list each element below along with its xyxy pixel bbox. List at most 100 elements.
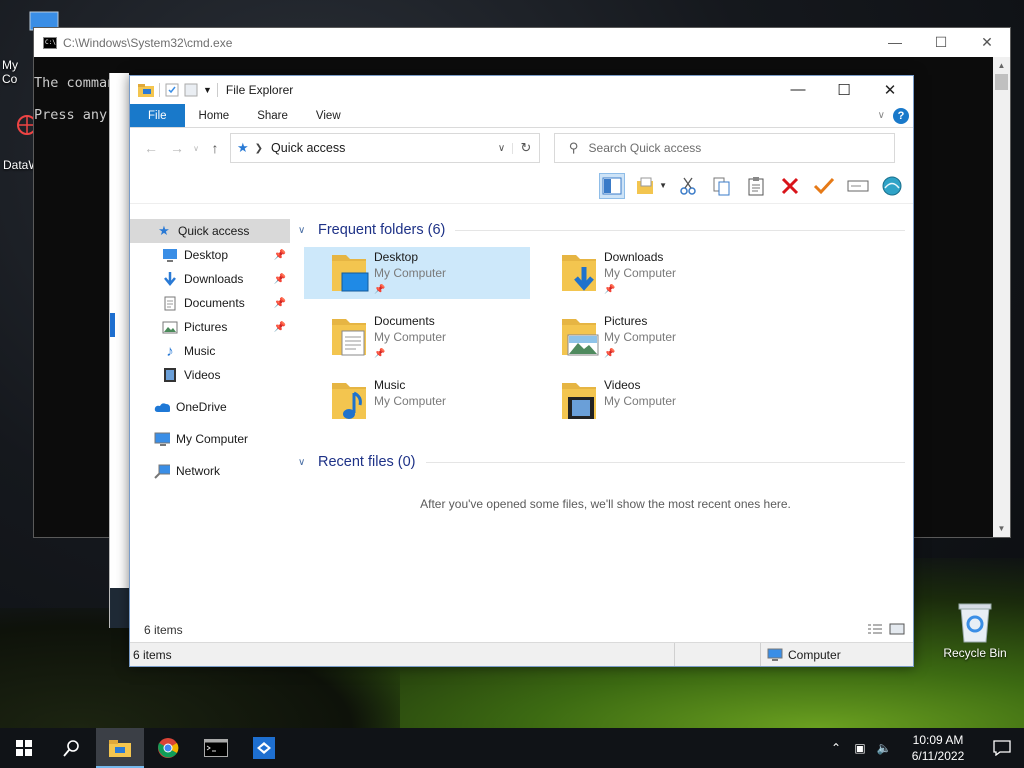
details-view-icon[interactable] [867, 623, 883, 638]
nav-item-pictures[interactable]: Pictures 📌 [130, 315, 290, 339]
command-prompt-icon [204, 739, 228, 757]
nav-item-music[interactable]: ♪ Music [130, 339, 290, 363]
collapse-chevron-icon[interactable]: ∨ [298, 457, 312, 468]
tab-share[interactable]: Share [243, 104, 302, 127]
address-dropdown-icon[interactable]: ∨ [491, 142, 513, 154]
expand-ribbon-icon[interactable]: ∨ [878, 110, 885, 121]
cmd-scrollbar[interactable]: ▲ ▼ [993, 57, 1010, 537]
shell-icon[interactable] [879, 173, 905, 199]
nav-item-desktop[interactable]: Desktop 📌 [130, 243, 290, 267]
status-computer: Computer [788, 647, 841, 662]
tab-file[interactable]: File [130, 104, 185, 127]
scroll-up-icon[interactable]: ▲ [993, 57, 1010, 74]
nav-item-videos[interactable]: Videos [130, 363, 290, 387]
recent-files-empty-message: After you've opened some files, we'll sh… [420, 497, 791, 511]
help-icon[interactable]: ? [893, 107, 909, 124]
pin-icon: 📌 [374, 348, 386, 358]
large-icons-view-icon[interactable] [889, 623, 905, 638]
pin-icon: 📌 [273, 297, 286, 309]
forward-arrow-icon[interactable]: → [164, 140, 190, 156]
custom-toolbar: ▼ [130, 168, 913, 204]
breadcrumb-chevron-icon[interactable]: ❯ [255, 143, 263, 154]
taskbar: ⌃ ▣ 🔈 10:09 AM 6/11/2022 [0, 728, 1024, 768]
recent-files-header[interactable]: ∨ Recent files (0) [298, 449, 913, 475]
folder-tile-pictures[interactable]: Pictures My Computer 📌 [534, 311, 760, 363]
nav-item-my-computer[interactable]: My Computer [130, 427, 290, 451]
up-arrow-icon[interactable]: ↑ [202, 140, 228, 156]
copy-icon[interactable] [709, 173, 735, 199]
recent-locations-icon[interactable]: ∨ [190, 144, 202, 153]
cut-icon[interactable] [675, 173, 701, 199]
picture-icon [162, 319, 178, 335]
maximize-icon[interactable]: ☐ [821, 81, 867, 99]
folder-tile-music[interactable]: Music My Computer [304, 375, 530, 427]
folder-tile-videos[interactable]: Videos My Computer [534, 375, 760, 427]
start-button[interactable] [0, 728, 48, 768]
show-hidden-icons-icon[interactable]: ⌃ [824, 741, 848, 755]
desktop-folder-icon [332, 255, 369, 292]
app-icon [253, 737, 275, 759]
preview-pane-icon[interactable] [599, 172, 626, 199]
properties-icon[interactable] [165, 83, 179, 97]
folder-tile-desktop[interactable]: Desktop My Computer 📌 [304, 247, 530, 299]
minimize-icon[interactable]: — [775, 81, 821, 99]
search-icon [63, 740, 79, 757]
breadcrumb-quick-access[interactable]: Quick access [271, 141, 345, 155]
address-bar[interactable]: ★ ❯ Quick access ∨ ↻ [230, 133, 540, 163]
refresh-icon[interactable]: ↻ [513, 140, 539, 156]
new-item-dropdown-icon[interactable]: ▼ [659, 181, 667, 190]
pin-icon: 📌 [273, 273, 286, 285]
new-folder-toolbar-icon[interactable] [633, 173, 659, 199]
frequent-folders-header[interactable]: ∨ Frequent folders (6) [298, 217, 913, 243]
pin-icon: 📌 [273, 321, 286, 333]
desktop-icon-dataw[interactable]: DataW [2, 112, 40, 172]
maximize-icon[interactable]: ☐ [918, 34, 964, 51]
quick-access-dropdown-icon[interactable]: ▼ [203, 85, 212, 95]
search-button[interactable] [48, 728, 96, 768]
scroll-thumb[interactable] [995, 74, 1008, 90]
rename-icon[interactable] [845, 173, 871, 199]
tab-view[interactable]: View [302, 104, 355, 127]
clock[interactable]: 10:09 AM 6/11/2022 [902, 732, 974, 764]
nav-item-onedrive[interactable]: OneDrive [130, 395, 290, 419]
documents-folder-icon [332, 319, 366, 356]
nav-item-downloads[interactable]: Downloads 📌 [130, 267, 290, 291]
desktop-icon-my-computer[interactable]: My Co [2, 10, 59, 86]
tab-home[interactable]: Home [185, 104, 244, 127]
file-explorer-window[interactable]: ▼ File Explorer — ☐ ✕ File Home Share Vi… [129, 75, 914, 667]
item-count-bar: 6 items [130, 618, 913, 642]
new-folder-icon[interactable] [184, 83, 198, 97]
nav-item-network[interactable]: Network [130, 459, 290, 483]
taskbar-file-explorer[interactable] [96, 728, 144, 768]
background-app-window[interactable] [109, 73, 130, 628]
minimize-icon[interactable]: — [872, 34, 918, 51]
search-box[interactable]: ⚲ Search Quick access [554, 133, 895, 163]
volume-icon[interactable]: 🔈 [872, 741, 896, 755]
checkmark-icon[interactable] [811, 173, 837, 199]
explorer-title-bar[interactable]: ▼ File Explorer — ☐ ✕ [130, 76, 913, 104]
computer-icon [767, 648, 783, 661]
taskbar-cmd[interactable] [192, 728, 240, 768]
paste-icon[interactable] [743, 173, 769, 199]
taskbar-app[interactable] [240, 728, 288, 768]
cmd-title-bar[interactable]: C:\Windows\System32\cmd.exe — ☐ ✕ [34, 28, 1010, 57]
action-center-button[interactable] [980, 728, 1024, 768]
explorer-title: File Explorer [225, 83, 294, 97]
nav-item-quick-access[interactable]: ★ Quick access [130, 219, 290, 243]
network-status-icon[interactable]: ▣ [848, 741, 872, 755]
taskbar-chrome[interactable] [144, 728, 192, 768]
desktop-icon-recycle-bin[interactable]: Recycle Bin [940, 600, 1010, 660]
close-icon[interactable]: ✕ [867, 81, 913, 99]
scroll-down-icon[interactable]: ▼ [993, 520, 1010, 537]
back-arrow-icon[interactable]: ← [138, 140, 164, 156]
chrome-icon [158, 738, 179, 758]
folder-tile-documents[interactable]: Documents My Computer 📌 [304, 311, 530, 363]
folder-tile-downloads[interactable]: Downloads My Computer 📌 [534, 247, 760, 299]
collapse-chevron-icon[interactable]: ∨ [298, 225, 312, 236]
delete-icon[interactable] [777, 173, 803, 199]
close-icon[interactable]: ✕ [964, 34, 1010, 51]
item-count: 6 items [144, 623, 183, 637]
search-input[interactable]: Search Quick access [589, 141, 702, 155]
file-explorer-icon [109, 740, 131, 757]
nav-item-documents[interactable]: Documents 📌 [130, 291, 290, 315]
